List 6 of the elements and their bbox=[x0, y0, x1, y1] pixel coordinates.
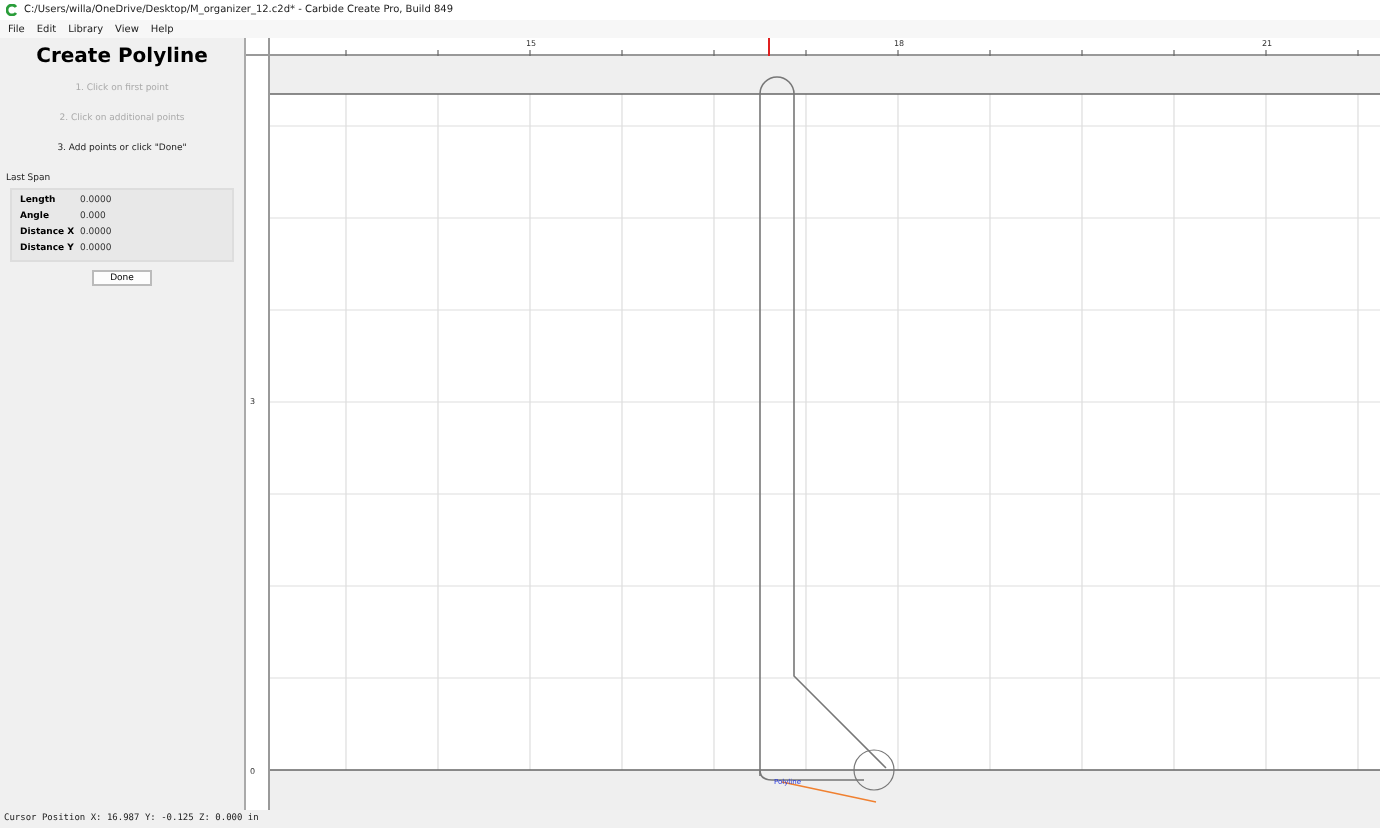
app-logo-icon bbox=[6, 4, 18, 16]
polyline-shape[interactable] bbox=[759, 769, 865, 781]
cursor-marker bbox=[768, 38, 770, 56]
polyline-shape[interactable] bbox=[759, 76, 887, 777]
panel-title: Create Polyline bbox=[36, 46, 208, 68]
circle-shape[interactable] bbox=[853, 749, 895, 791]
